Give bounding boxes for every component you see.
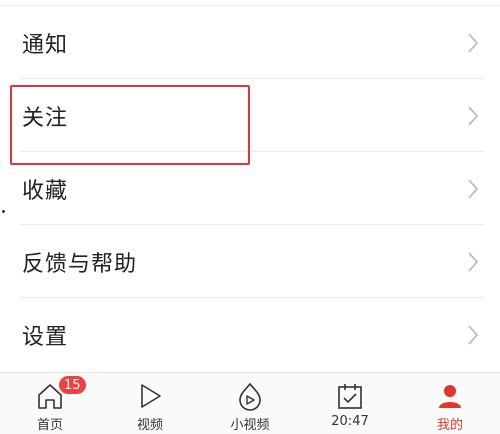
menu-item-label: 通知	[22, 32, 69, 58]
menu-item-label: 收藏	[22, 178, 69, 204]
chevron-right-icon	[468, 324, 479, 345]
menu-item-label: 反馈与帮助	[22, 251, 138, 277]
notification-badge: 15	[58, 375, 87, 395]
menu-item-favorites[interactable]: 收藏	[0, 152, 500, 225]
chevron-right-icon	[468, 105, 479, 126]
chevron-right-icon	[468, 32, 479, 53]
tab-calendar[interactable]: 20:47	[300, 373, 400, 434]
tab-video[interactable]: 视频	[100, 373, 200, 434]
menu-item-following[interactable]: 关注	[0, 79, 500, 152]
play-icon	[141, 384, 161, 408]
tab-mine[interactable]: 我的	[400, 373, 500, 434]
profile-screen: 通知 关注 收藏 反馈与帮助 设置 15 首页 视频 小视频 20:47 我的	[0, 0, 500, 434]
menu-item-label: 关注	[22, 105, 69, 131]
bottom-tab-bar: 15 首页 视频 小视频 20:47 我的	[0, 372, 500, 434]
user-icon	[439, 385, 461, 408]
menu-item-label: 设置	[22, 324, 69, 350]
menu-item-feedback-help[interactable]: 反馈与帮助	[0, 225, 500, 298]
tab-label: 首页	[36, 418, 63, 433]
tab-label: 小视频	[230, 418, 270, 433]
tab-label: 我的	[436, 418, 463, 433]
tab-label: 20:47	[331, 414, 369, 429]
decorative-dot	[2, 210, 5, 213]
tab-short-video[interactable]: 小视频	[200, 373, 300, 434]
tab-label: 视频	[136, 418, 163, 433]
chevron-right-icon	[468, 178, 479, 199]
menu-item-notifications[interactable]: 通知	[0, 6, 500, 79]
short-video-icon	[239, 382, 261, 411]
tab-home[interactable]: 15 首页	[0, 373, 100, 434]
calendar-check-icon	[338, 384, 362, 409]
menu-item-settings[interactable]: 设置	[0, 298, 500, 371]
chevron-right-icon	[468, 251, 479, 272]
settings-menu: 通知 关注 收藏 反馈与帮助 设置	[0, 6, 500, 371]
